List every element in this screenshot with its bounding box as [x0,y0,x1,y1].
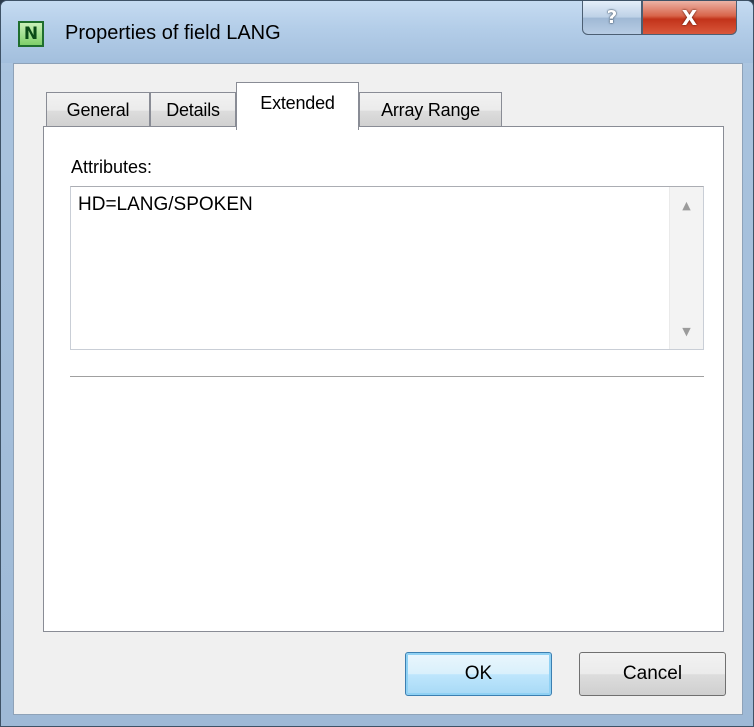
cancel-button[interactable]: Cancel [579,652,726,696]
tab-general[interactable]: General [46,92,150,128]
tab-extended[interactable]: Extended [236,82,359,130]
close-button[interactable]: X [642,1,737,35]
app-icon: N [18,21,44,47]
ok-button[interactable]: OK [405,652,552,696]
help-icon: ? [606,7,618,28]
dialog-client-area: General Details Extended Array Range Att… [13,63,743,715]
close-icon: X [681,5,698,30]
attributes-textarea[interactable]: HD=LANG/SPOKEN ▲ ▼ [70,186,704,350]
extended-tab-panel: Attributes: HD=LANG/SPOKEN ▲ ▼ [43,126,724,632]
tab-array-range[interactable]: Array Range [359,92,502,128]
help-button[interactable]: ? [582,1,642,35]
properties-dialog: N Properties of field LANG ? X General D… [0,0,754,727]
tab-details[interactable]: Details [150,92,236,128]
scroll-up-arrow-icon[interactable]: ▲ [670,191,703,221]
title-bar[interactable]: N Properties of field LANG ? X [1,1,753,63]
attributes-label: Attributes: [71,157,153,177]
attributes-value[interactable]: HD=LANG/SPOKEN [78,194,253,216]
attributes-scrollbar[interactable]: ▲ ▼ [669,187,703,349]
window-title: Properties of field LANG [65,22,281,44]
scroll-down-arrow-icon[interactable]: ▼ [670,317,703,347]
separator-line [70,376,704,378]
